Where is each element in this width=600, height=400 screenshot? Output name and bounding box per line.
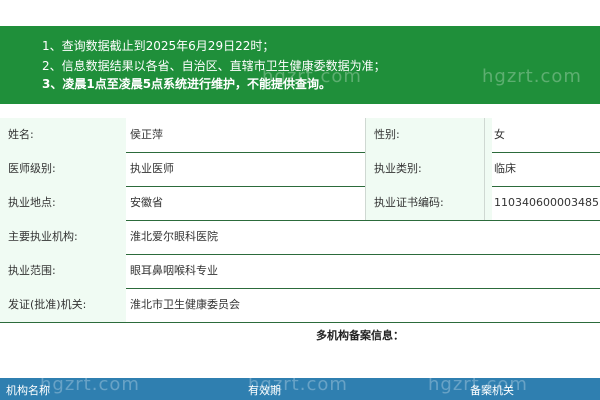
main-institution-value: 淮北爱尔眼科医院 bbox=[130, 230, 218, 243]
issuing-authority-label: 发证(批准)机关: bbox=[0, 288, 126, 322]
table-row: 执业范围: 眼耳鼻咽喉科专业 bbox=[0, 254, 600, 289]
gender-label: 性别: bbox=[366, 118, 492, 152]
watermark: hgzrt.com bbox=[248, 374, 348, 395]
notice-line-1: 1、查询数据截止到2025年6月29日22时； bbox=[42, 39, 275, 53]
watermark: hgzrt.com bbox=[428, 374, 528, 395]
notice-banner: 1、查询数据截止到2025年6月29日22时； 2、信息数据结果以各省、自治区、… bbox=[0, 26, 600, 104]
practice-scope-label: 执业范围: bbox=[0, 254, 126, 288]
table-row: 主要执业机构: 淮北爱尔眼科医院 bbox=[0, 220, 600, 255]
certificate-code-label: 执业证书编码: bbox=[366, 186, 492, 220]
name-label: 姓名: bbox=[0, 118, 126, 152]
doctor-level-value: 执业医师 bbox=[130, 162, 174, 175]
top-strip bbox=[0, 0, 600, 26]
table-row: 执业地点: 安徽省 执业证书编码: 110340600003485 bbox=[0, 186, 600, 221]
practice-type-value: 临床 bbox=[494, 162, 516, 175]
gender-value: 女 bbox=[494, 128, 505, 141]
watermark: hgzrt.com bbox=[40, 374, 140, 395]
table-row: 发证(批准)机关: 淮北市卫生健康委员会 bbox=[0, 288, 600, 323]
main-institution-label: 主要执业机构: bbox=[0, 220, 126, 254]
doctor-level-label: 医师级别: bbox=[0, 152, 126, 186]
watermark: hgzrt.com bbox=[482, 66, 582, 87]
name-value: 侯正萍 bbox=[130, 128, 163, 141]
multi-institution-title: 多机构备案信息： bbox=[0, 327, 600, 343]
practice-location-value: 安徽省 bbox=[130, 196, 163, 209]
watermark: hgzrt.com bbox=[262, 66, 362, 87]
multi-institution-table-header: 机构名称 有效期 备案机关 hgzrt.com hgzrt.com hgzrt.… bbox=[0, 374, 600, 400]
multi-institution-title-text: 多机构备案信息： bbox=[316, 329, 404, 342]
table-row: 姓名: 侯正萍 性别: 女 bbox=[0, 118, 600, 153]
table-row: 医师级别: 执业医师 执业类别: 临床 bbox=[0, 152, 600, 187]
practice-type-label: 执业类别: bbox=[366, 152, 492, 186]
practice-location-label: 执业地点: bbox=[0, 186, 126, 220]
certificate-code-value: 110340600003485 bbox=[494, 196, 599, 209]
issuing-authority-value: 淮北市卫生健康委员会 bbox=[130, 298, 240, 311]
practice-scope-value: 眼耳鼻咽喉科专业 bbox=[130, 264, 218, 277]
